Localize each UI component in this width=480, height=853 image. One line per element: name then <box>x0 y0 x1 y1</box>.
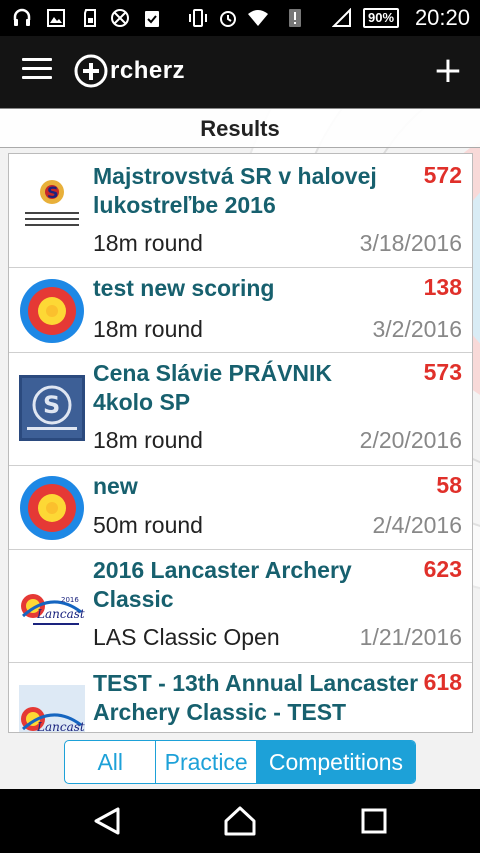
result-round: 50m round <box>93 512 203 538</box>
results-header: Results <box>0 108 480 148</box>
result-title: new <box>93 473 138 499</box>
slavia-logo: S <box>19 375 85 441</box>
back-icon[interactable] <box>88 803 128 839</box>
system-nav-bar <box>0 789 480 853</box>
battery-indicator: 90% <box>363 8 399 28</box>
filter-competitions-button[interactable]: Competitions <box>256 741 415 783</box>
list-item[interactable]: S Cena Slávie PRÁVNIK 4kolo SP 573 18m r… <box>9 353 472 466</box>
result-title: test new scoring <box>93 275 275 301</box>
result-date: 1/21/2016 <box>359 624 462 650</box>
list-item[interactable]: S Majstrovstvá SR v halovej lukostreľbe … <box>9 154 472 268</box>
add-result-button[interactable]: + <box>428 52 468 92</box>
archerz-logo-icon <box>74 54 108 88</box>
result-score: 618 <box>423 669 462 695</box>
alarm-icon <box>220 11 236 27</box>
result-score: 138 <box>423 274 462 300</box>
svg-text:Lancaster: Lancaster <box>36 720 85 733</box>
list-item[interactable]: Lancaster 2016 2016 Lancaster Archery Cl… <box>9 550 472 663</box>
target-face-icon <box>19 278 85 344</box>
result-title: Majstrovstvá SR v halovej lukostreľbe 20… <box>93 163 377 218</box>
results-filter: All Practice Competitions <box>64 740 416 784</box>
alert-icon <box>289 9 301 27</box>
headphones-icon <box>13 8 31 26</box>
sd-card-icon <box>84 9 96 27</box>
result-title: TEST - 13th Annual Lancaster Archery Cla… <box>93 670 419 725</box>
clock: 20:20 <box>414 5 470 30</box>
app-logo: rcherz <box>74 51 185 91</box>
list-item[interactable]: test new scoring 138 18m round 3/2/2016 <box>9 268 472 353</box>
svg-text:Lancaster: Lancaster <box>36 607 85 621</box>
result-score: 58 <box>436 472 462 498</box>
vibrate-icon <box>189 9 207 27</box>
brand-name: rcherz <box>110 57 186 84</box>
filter-all-button[interactable]: All <box>65 741 157 783</box>
page-title: Results <box>200 116 280 141</box>
result-title: Cena Slávie PRÁVNIK 4kolo SP <box>93 360 333 415</box>
result-round: LAS Classic Open <box>93 624 280 650</box>
slovak-archery-logo: S <box>19 174 85 240</box>
hamburger-menu-icon[interactable] <box>22 58 52 84</box>
cellular-icon <box>332 8 351 27</box>
svg-text:2016: 2016 <box>61 596 79 604</box>
result-title: 2016 Lancaster Archery Classic <box>93 557 352 612</box>
no-signal-icon <box>111 9 129 27</box>
result-round: 18m round <box>93 316 203 342</box>
target-face-icon <box>19 475 85 541</box>
svg-text:S: S <box>47 183 59 202</box>
wifi-icon <box>248 10 268 26</box>
result-date: 3/2/2016 <box>372 316 462 342</box>
result-date: 2/20/2016 <box>359 427 462 453</box>
recents-icon[interactable] <box>354 803 394 839</box>
filter-practice-button[interactable]: Practice <box>156 741 257 783</box>
list-item[interactable]: Lancaster TEST - 13th Annual Lancaster A… <box>9 663 472 733</box>
result-round: 18m round <box>93 427 203 453</box>
lancaster-classic-logo: Lancaster <box>19 685 85 733</box>
result-score: 573 <box>423 359 462 385</box>
svg-text:S: S <box>43 391 60 419</box>
home-icon[interactable] <box>220 803 260 839</box>
app-bar: rcherz + <box>0 36 480 108</box>
result-date: 2/4/2016 <box>372 512 462 538</box>
status-bar: 90% 20:20 <box>0 0 480 36</box>
clipboard-check-icon <box>145 11 159 27</box>
lancaster-classic-logo: Lancaster 2016 <box>19 572 85 638</box>
image-icon <box>47 9 65 27</box>
result-score: 623 <box>423 556 462 582</box>
results-list[interactable]: S Majstrovstvá SR v halovej lukostreľbe … <box>8 153 473 733</box>
result-date: 3/18/2016 <box>359 230 462 256</box>
result-round: 18m round <box>93 230 203 256</box>
list-item[interactable]: new 58 50m round 2/4/2016 <box>9 466 472 550</box>
result-score: 572 <box>423 162 462 188</box>
